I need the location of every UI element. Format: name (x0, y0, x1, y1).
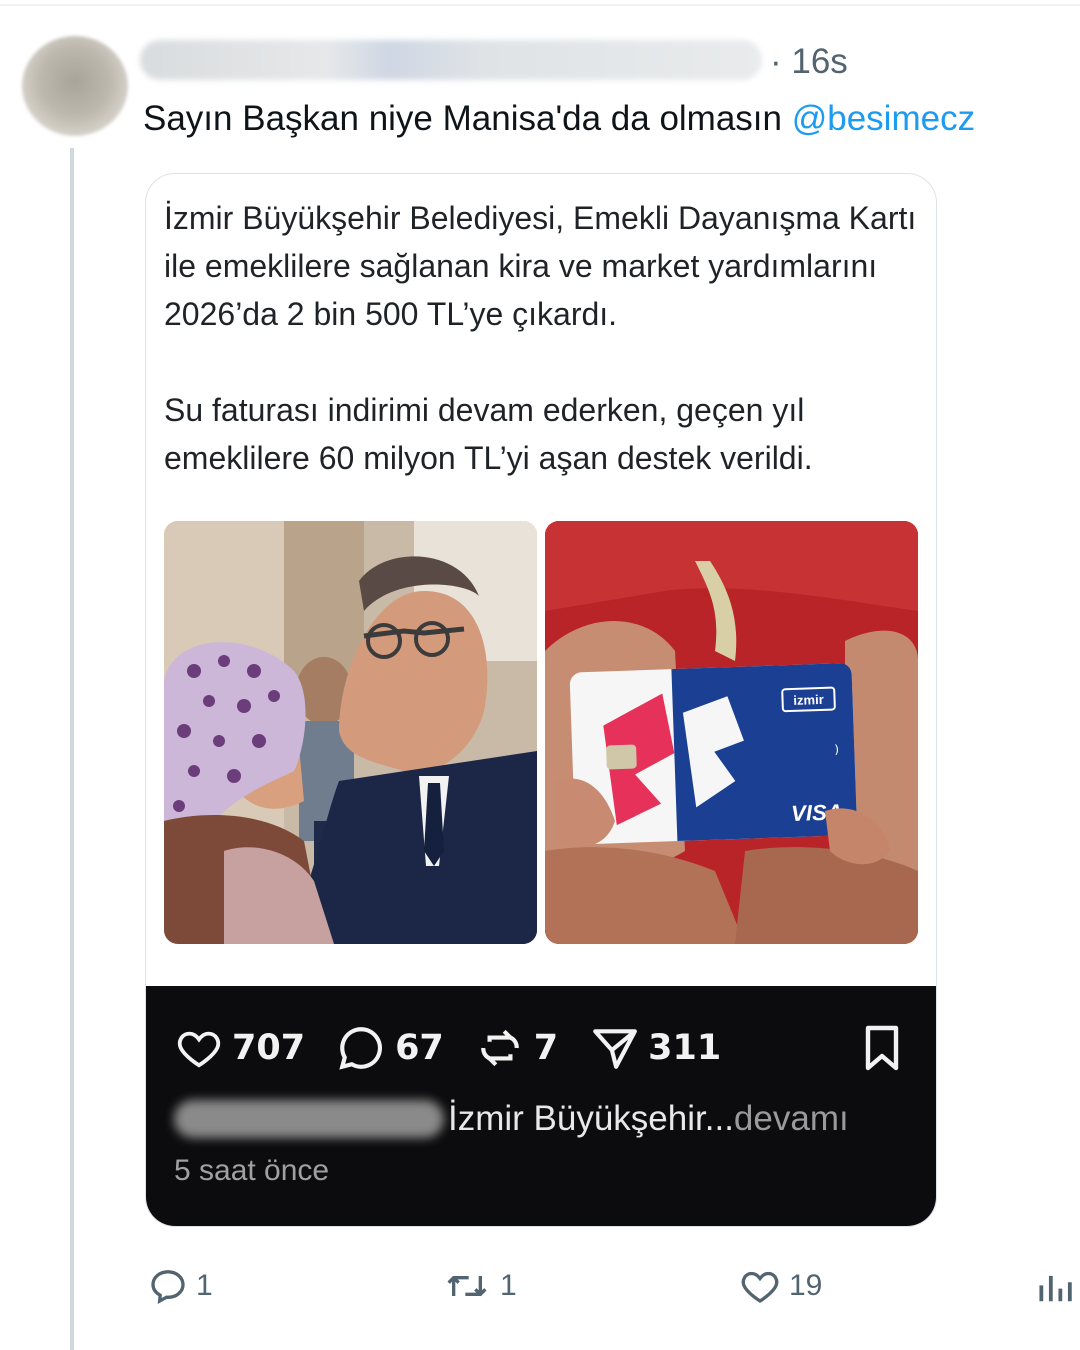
reply-button[interactable]: 1 (146, 1266, 213, 1306)
top-divider (0, 4, 1080, 6)
quoted-comment-count: 67 (395, 1028, 444, 1068)
like-icon (741, 1271, 779, 1303)
repost-icon (481, 1029, 519, 1067)
like-count: 19 (789, 1269, 823, 1302)
quoted-dark-panel: 707 67 7 311 İzmir Büyükşehir... devamı … (146, 986, 936, 1226)
comment-icon (339, 1027, 383, 1070)
retweet-button[interactable]: 1 (440, 1266, 517, 1306)
retweet-icon (447, 1276, 487, 1296)
tweet-text: Sayın Başkan niye Manisa'da da olmasın @… (143, 96, 975, 142)
reply-count: 1 (196, 1269, 213, 1302)
photo-card-illustration: izmir VISA ) (545, 521, 918, 944)
caption-more-link[interactable]: devamı (734, 1099, 849, 1139)
caption-username-redacted (174, 1100, 444, 1138)
photo-izmir-card[interactable]: izmir VISA ) (545, 521, 918, 944)
like-button[interactable]: 19 (737, 1266, 822, 1306)
tweet-time[interactable]: · 16s (770, 40, 848, 84)
quoted-post-text: İzmir Büyükşehir Belediyesi, Emekli Daya… (164, 194, 924, 482)
share-icon (593, 1029, 638, 1069)
quoted-paragraph-2: Su faturası indirimi devam ederken, geçe… (164, 392, 813, 476)
retweet-count: 1 (500, 1269, 517, 1302)
reply-icon (151, 1270, 185, 1304)
card-brand-text: izmir (793, 692, 824, 708)
quoted-time-ago: 5 saat önce (174, 1154, 330, 1187)
quoted-paragraph-1: İzmir Büyükşehir Belediyesi, Emekli Daya… (164, 200, 917, 332)
thread-line (70, 148, 74, 1350)
mention-link[interactable]: @besimecz (792, 99, 975, 138)
photo-mayor-illustration (164, 521, 537, 944)
tweet-body: Sayın Başkan niye Manisa'da da olmasın (143, 99, 792, 138)
quoted-bookmark[interactable] (858, 1023, 906, 1078)
quoted-share-count: 311 (648, 1028, 722, 1068)
quoted-like[interactable]: 707 (174, 1025, 305, 1071)
contactless-icon: ) (834, 742, 839, 756)
analytics-icon (1039, 1275, 1072, 1302)
quoted-caption: İzmir Büyükşehir... devamı (174, 1096, 849, 1142)
quoted-repost-count: 7 (533, 1028, 559, 1068)
quoted-post-card[interactable]: İzmir Büyükşehir Belediyesi, Emekli Daya… (145, 173, 937, 1227)
photo-mayor-with-elder[interactable] (164, 521, 537, 944)
bookmark-icon (865, 1025, 899, 1071)
analytics-button[interactable] (1034, 1268, 1080, 1306)
heart-icon (177, 1031, 221, 1068)
author-name-redacted[interactable] (140, 40, 762, 80)
quoted-like-count: 707 (232, 1028, 306, 1068)
quoted-stats-row: 707 67 7 311 (174, 1021, 751, 1075)
quoted-share[interactable]: 311 (588, 1023, 721, 1073)
caption-text: İzmir Büyükşehir... (448, 1099, 734, 1138)
quoted-repost[interactable]: 7 (474, 1023, 558, 1073)
quoted-comment[interactable]: 67 (335, 1023, 444, 1073)
avatar[interactable] (22, 36, 128, 136)
